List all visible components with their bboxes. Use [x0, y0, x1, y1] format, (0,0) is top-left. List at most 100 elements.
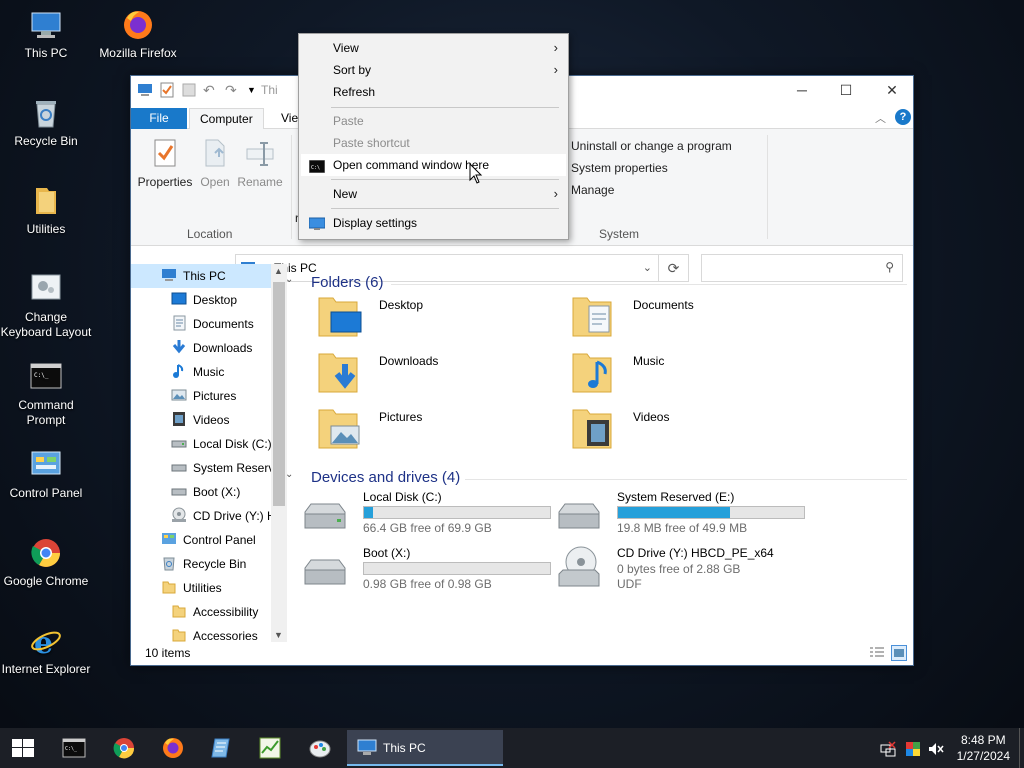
taskbar-chrome-icon[interactable] — [112, 736, 136, 760]
tray-volume-muted-icon[interactable] — [928, 741, 944, 757]
maximize-button[interactable]: ☐ — [823, 76, 869, 104]
taskbar-notepad-icon[interactable] — [210, 736, 234, 760]
tab-file[interactable]: File — [131, 108, 187, 129]
desktop-icon-recycle-bin[interactable]: Recycle Bin — [0, 96, 92, 149]
menu-separator — [331, 107, 559, 108]
menu-item-paste[interactable]: Paste — [301, 110, 566, 132]
open-button[interactable]: Open — [195, 137, 235, 189]
desktop-icon-control-panel[interactable]: Control Panel — [0, 448, 92, 501]
folders-header[interactable]: Folders (6) — [311, 274, 384, 291]
downloads-folder-icon — [317, 348, 363, 394]
nav-item-accessibility[interactable]: Accessibility — [171, 600, 258, 624]
nav-item-pictures[interactable]: Pictures — [171, 384, 236, 408]
desktop-icon-chrome[interactable]: Google Chrome — [0, 536, 92, 589]
drive-file-system: UDF — [617, 577, 642, 591]
rename-button[interactable]: Rename — [235, 137, 285, 189]
folder-pictures[interactable]: Pictures — [317, 404, 557, 454]
drive-free-space: 66.4 GB free of 69.9 GB — [363, 521, 492, 535]
details-view-icon[interactable] — [869, 646, 885, 660]
nav-item-boot-x[interactable]: Boot (X:) — [171, 480, 240, 504]
minimize-button[interactable]: ─ — [779, 76, 825, 104]
nav-item-accessories[interactable]: Accessories — [171, 624, 258, 642]
start-button[interactable] — [10, 736, 36, 760]
folder-downloads[interactable]: Downloads — [317, 348, 557, 398]
help-icon[interactable]: ? — [895, 109, 911, 125]
quick-access-toolbar: ↶ ↷ ▼ Thi — [137, 82, 291, 98]
menu-item-view[interactable]: View › — [301, 37, 566, 59]
scroll-up-icon[interactable]: ▲ — [274, 266, 283, 276]
nav-item-system-reserved[interactable]: System Reserve — [171, 456, 281, 480]
system-properties-button[interactable]: System properties — [571, 161, 668, 175]
properties-button[interactable]: Properties — [137, 137, 193, 189]
nav-item-music[interactable]: Music — [171, 360, 224, 384]
nav-item-documents[interactable]: Documents — [171, 312, 254, 336]
desktop-icon-command-prompt[interactable]: C:\_ Command Prompt — [0, 360, 92, 428]
properties-icon[interactable] — [159, 82, 175, 98]
desktop-icon-internet-explorer[interactable]: e Internet Explorer — [0, 624, 92, 677]
drive-icon — [171, 435, 187, 451]
uninstall-program-button[interactable]: Uninstall or change a program — [571, 139, 732, 153]
menu-item-refresh[interactable]: Refresh — [301, 81, 566, 103]
undo-icon[interactable]: ↶ — [203, 82, 219, 98]
windows-logo-icon — [12, 739, 34, 757]
nav-item-desktop[interactable]: Desktop — [171, 288, 237, 312]
taskbar-task-manager-icon[interactable] — [258, 736, 282, 760]
collapse-drives-icon[interactable]: ⌄ — [285, 469, 293, 480]
manage-button[interactable]: Manage — [571, 183, 614, 197]
taskbar-this-pc-button[interactable]: This PC — [347, 730, 503, 766]
nav-item-downloads[interactable]: Downloads — [171, 336, 252, 360]
nav-item-cd-drive-y[interactable]: CD Drive (Y:) H — [171, 504, 276, 528]
drive-boot-x[interactable]: Boot (X:) 0.98 GB free of 0.98 GB — [301, 546, 551, 598]
menu-item-display-settings[interactable]: Display settings — [301, 212, 566, 234]
drive-system-reserved-e[interactable]: System Reserved (E:) 19.8 MB free of 49.… — [555, 490, 805, 542]
new-folder-icon[interactable] — [181, 82, 197, 98]
scrollbar-thumb[interactable] — [273, 282, 285, 506]
close-button[interactable]: ✕ — [869, 76, 915, 104]
menu-item-paste-shortcut[interactable]: Paste shortcut — [301, 132, 566, 154]
rename-label: Rename — [237, 175, 283, 189]
tab-computer[interactable]: Computer — [189, 108, 264, 129]
taskbar-clock[interactable]: 8:48 PM 1/27/2024 — [957, 732, 1010, 764]
desktop-icon-label: Control Panel — [9, 486, 83, 500]
navigation-scrollbar[interactable]: ▲ ▼ — [271, 264, 287, 642]
taskbar-firefox-icon[interactable] — [161, 736, 185, 760]
show-desktop-button[interactable] — [1019, 728, 1024, 768]
drive-icon — [171, 459, 187, 475]
desktop-icon-change-keyboard-layout[interactable]: Change Keyboard Layout — [0, 272, 92, 340]
scroll-down-icon[interactable]: ▼ — [274, 630, 283, 640]
nav-item-local-disk-c[interactable]: Local Disk (C:) — [171, 432, 272, 456]
menu-item-new[interactable]: New › — [301, 183, 566, 205]
nav-item-this-pc[interactable]: This PC — [131, 264, 271, 288]
customize-dropdown-icon[interactable]: ▼ — [247, 82, 256, 98]
drive-cd-y[interactable]: CD Drive (Y:) HBCD_PE_x64 0 bytes free o… — [555, 546, 805, 606]
redo-icon[interactable]: ↷ — [225, 82, 241, 98]
folder-desktop[interactable]: Desktop — [317, 292, 557, 342]
drive-icon — [171, 483, 187, 499]
taskbar-paint-icon[interactable] — [308, 736, 332, 760]
tray-network-icon[interactable] — [880, 741, 896, 757]
drive-local-disk-c[interactable]: Local Disk (C:) 66.4 GB free of 69.9 GB — [301, 490, 551, 542]
collapse-ribbon-icon[interactable]: ︿ — [875, 110, 886, 126]
desktop-icon-label: Google Chrome — [3, 574, 89, 588]
collapse-folders-icon[interactable]: ⌄ — [285, 274, 293, 285]
taskbar-command-prompt-icon[interactable]: C:\_ — [62, 736, 86, 760]
taskbar-active-label: This PC — [383, 741, 426, 755]
menu-item-sort-by[interactable]: Sort by › — [301, 59, 566, 81]
drives-header[interactable]: Devices and drives (4) — [311, 469, 460, 486]
nav-item-recycle-bin[interactable]: Recycle Bin — [161, 552, 246, 576]
desktop-icon-firefox[interactable]: Mozilla Firefox — [92, 8, 184, 61]
folder-music[interactable]: Music — [571, 348, 811, 398]
nav-item-utilities[interactable]: Utilities — [161, 576, 222, 600]
folder-videos[interactable]: Videos — [571, 404, 811, 454]
display-settings-icon — [308, 216, 326, 230]
tray-color-icon[interactable] — [905, 741, 921, 757]
desktop-icon-this-pc[interactable]: This PC — [0, 8, 92, 61]
menu-item-open-command-window[interactable]: C:\ Open command window here — [301, 154, 566, 176]
computer-icon — [161, 267, 177, 283]
desktop-icon-utilities[interactable]: Utilities — [0, 184, 92, 237]
nav-item-control-panel[interactable]: Control Panel — [161, 528, 256, 552]
desktop-icon-label: Command Prompt — [18, 398, 74, 427]
nav-item-videos[interactable]: Videos — [171, 408, 229, 432]
large-icons-view-icon[interactable] — [891, 645, 907, 661]
folder-documents[interactable]: Documents — [571, 292, 811, 342]
